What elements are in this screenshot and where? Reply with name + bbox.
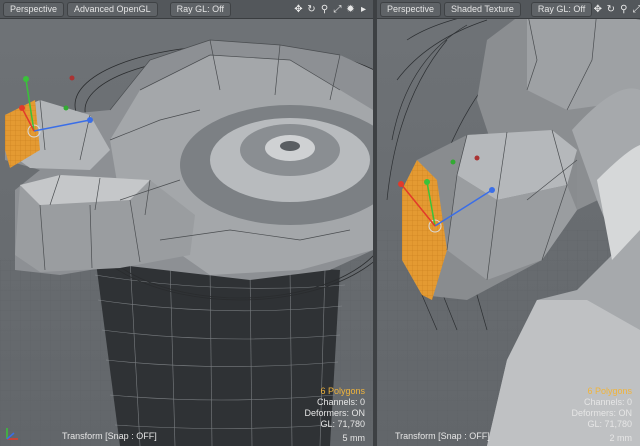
gl-count: GL: 71,780 [320, 419, 365, 429]
rotate-icon[interactable]: ↻ [605, 3, 616, 16]
raygl-toggle[interactable]: Ray GL: Off [530, 1, 593, 17]
tool-status: Transform [Snap : OFF] [62, 431, 157, 441]
viewport-info-hud: 6 Polygons Channels: 0 Deformers: ON GL:… [304, 386, 365, 430]
deformers-status: Deformers: ON [304, 408, 365, 418]
tool-status: Transform [Snap : OFF] [395, 431, 490, 441]
raygl-toggle[interactable]: Ray GL: Off [169, 1, 231, 17]
right-viewport[interactable]: Perspective Shaded Texture Ray GL: Off ✥… [377, 0, 640, 446]
expand-icon[interactable]: ⤢ [332, 3, 343, 16]
chevron-right-icon[interactable]: ▸ [358, 3, 369, 16]
move-icon[interactable]: ✥ [293, 3, 304, 16]
settings-icon[interactable]: ✹ [345, 3, 356, 16]
zoom-icon[interactable]: ⚲ [618, 3, 629, 16]
shading-mode-dropdown[interactable]: Shaded Texture [444, 1, 521, 17]
viewport-info-hud: 6 Polygons Channels: 0 Deformers: ON GL:… [571, 386, 632, 430]
axis-orientation-icon [6, 428, 18, 440]
grid-scale: 2 mm [609, 433, 633, 443]
left-viewport-toolbar: Perspective Advanced OpenGL Ray GL: Off … [0, 0, 373, 19]
view-mode-dropdown[interactable]: Perspective [380, 1, 442, 17]
rotate-icon[interactable]: ↻ [306, 3, 317, 16]
deformers-status: Deformers: ON [571, 408, 632, 418]
right-3d-scene[interactable] [377, 0, 640, 446]
polygon-count: 6 Polygons [320, 386, 365, 396]
polygon-count: 6 Polygons [587, 386, 632, 396]
channels-count: Channels: 0 [316, 397, 365, 407]
shading-mode-dropdown[interactable]: Advanced OpenGL [67, 1, 158, 17]
modeling-app: Perspective Advanced OpenGL Ray GL: Off … [0, 0, 640, 446]
expand-icon[interactable]: ⤢ [631, 3, 640, 16]
zoom-icon[interactable]: ⚲ [319, 3, 330, 16]
right-viewport-toolbar: Perspective Shaded Texture Ray GL: Off ✥… [377, 0, 640, 19]
gl-count: GL: 71,780 [587, 419, 632, 429]
left-viewport[interactable]: Perspective Advanced OpenGL Ray GL: Off … [0, 0, 373, 446]
move-icon[interactable]: ✥ [592, 3, 603, 16]
left-3d-scene[interactable] [0, 0, 373, 446]
grid-scale: 5 mm [342, 433, 366, 443]
channels-count: Channels: 0 [583, 397, 632, 407]
view-mode-dropdown[interactable]: Perspective [3, 1, 65, 17]
